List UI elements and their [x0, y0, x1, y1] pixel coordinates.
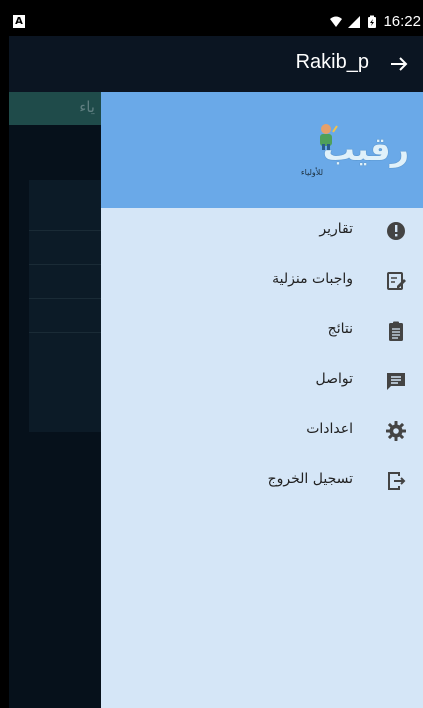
alert-circle-icon — [387, 222, 405, 240]
arrow-right-icon[interactable] — [387, 52, 411, 76]
logout-icon — [388, 472, 406, 490]
clock: 16:22 — [383, 13, 421, 30]
divider — [29, 332, 101, 333]
divider — [29, 298, 101, 299]
drawer-header: رقيب للأولياء — [101, 92, 423, 208]
status-bar: A 16:22 — [9, 9, 423, 36]
gear-icon — [386, 421, 406, 441]
menu-item-label: اعدادات — [306, 421, 353, 437]
dimmed-background-screen[interactable]: ياء — [9, 92, 101, 708]
menu-item-label: واجبات منزلية — [272, 271, 353, 287]
menu-item-settings[interactable]: اعدادات — [101, 408, 423, 456]
background-header-text: ياء — [79, 98, 95, 116]
divider — [29, 264, 101, 265]
logo-subtitle: للأولياء — [300, 168, 323, 177]
wifi-icon — [330, 16, 343, 27]
app-logo: رقيب للأولياء — [269, 124, 409, 186]
background-panel — [29, 180, 101, 432]
menu-item-label: تواصل — [315, 371, 353, 387]
notification-icon: A — [13, 15, 25, 28]
navigation-drawer: رقيب للأولياء تقارير واجبات منزلية نتائج — [101, 92, 423, 708]
signal-icon — [348, 15, 361, 28]
battery-icon — [368, 15, 377, 28]
menu-item-label: تقارير — [319, 221, 353, 237]
chat-icon — [387, 373, 405, 390]
edit-note-icon — [387, 272, 406, 290]
divider — [29, 230, 101, 231]
clipboard-icon — [389, 321, 403, 341]
app-bar: Rakib_p — [9, 36, 423, 92]
menu-item-label: تسجيل الخروج — [267, 471, 353, 487]
page-title: Rakib_p — [295, 51, 369, 73]
menu-item-results[interactable]: نتائج — [101, 308, 423, 356]
menu-item-logout[interactable]: تسجيل الخروج — [101, 458, 423, 506]
menu-item-homework[interactable]: واجبات منزلية — [101, 258, 423, 306]
logo-text: رقيب — [322, 130, 409, 168]
background-header: ياء — [9, 92, 101, 125]
status-icons: 16:22 — [329, 13, 421, 30]
menu-item-label: نتائج — [327, 321, 353, 337]
menu-item-contact[interactable]: تواصل — [101, 358, 423, 406]
menu-item-reports[interactable]: تقارير — [101, 208, 423, 256]
